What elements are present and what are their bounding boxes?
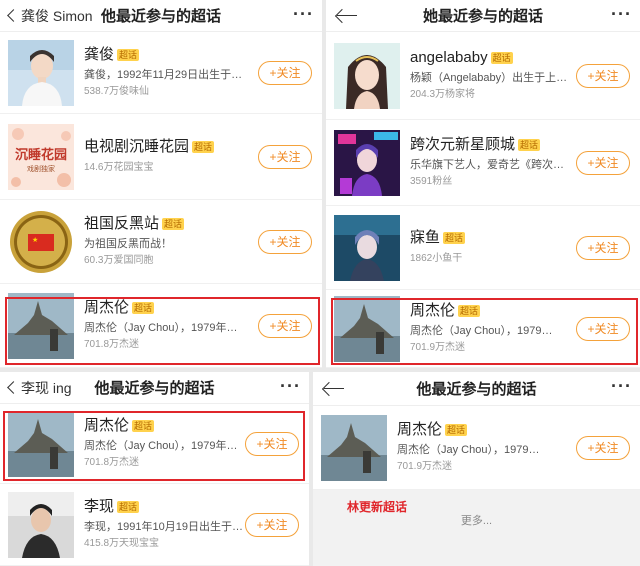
avatar [334,129,400,196]
fan-count: 538.7万俊味仙 [84,86,150,97]
follow-button[interactable]: +关注 [245,512,299,537]
topic-name: 周杰伦 [84,417,130,434]
fan-count: 701.9万杰迷 [397,461,453,472]
topic-name: 跨次元新星顾城 [410,136,516,153]
header: 李现 ing 他最近参与的超话 ··· [0,372,309,404]
list-item[interactable]: 沉睡花园 戏剧独家 电视剧沉睡花园 超话 14.6万花园宝宝 +关注 [0,114,322,200]
fan-count: 701.9万杰迷 [410,342,466,353]
list-item[interactable]: 寐鱼 超话 1862小鱼干 +关注 [326,206,640,290]
follow-button[interactable]: +关注 [245,431,299,456]
avatar [8,491,74,558]
header: 龚俊 Simon 他最近参与的超话 ··· [0,0,322,32]
supertopic-badge: 超话 [490,52,513,64]
fan-count: 701.8万杰迷 [84,457,140,468]
topic-cover [321,414,387,481]
topic-name: 李现 [84,498,115,515]
list-item[interactable]: 周杰伦 超话 周杰伦（Jay Chou），1979年… 701.8万杰迷 +关注 [0,284,322,368]
back-arrow-icon[interactable] [336,9,358,23]
fan-count: 3591粉丝 [410,176,453,187]
more-link[interactable]: 更多... [313,512,640,528]
list-item[interactable]: 李现 超话 李现，1991年10月19日出生于… 415.8万天现宝宝 +关注 [0,484,309,566]
list-item[interactable]: 周杰伦 超话 周杰伦（Jay Chou），1979… 701.9万杰迷 +关注 [326,290,640,368]
page-title: 她最近参与的超话 [422,8,543,25]
supertopic-badge: 超话 [443,232,466,244]
supertopic-badge: 超话 [192,141,215,153]
panel-angelababy: 她最近参与的超话 ··· angelababy 超话 杨颖（Angelababy）… [326,0,640,368]
fan-count: 415.8万天现宝宝 [84,538,160,549]
follow-button[interactable]: +关注 [258,144,312,169]
more-options-icon[interactable]: ··· [293,4,314,25]
back-label: 龚俊 Simon [21,7,93,24]
topic-name: 周杰伦 [410,302,456,319]
follow-button[interactable]: +关注 [258,229,312,254]
follow-button[interactable]: +关注 [576,150,630,175]
avatar [334,214,400,281]
header: 他最近参与的超话 ··· [313,372,640,406]
fan-count: 60.3万爱国同胞 [84,255,154,266]
topic-cover [8,410,74,477]
topic-name: 寐鱼 [410,229,441,246]
supertopic-badge: 超话 [445,424,468,436]
topic-cover: 沉睡花园 戏剧独家 [8,123,74,190]
chevron-left-icon [7,381,20,394]
list-item[interactable]: 龚俊 超话 龚俊，1992年11月29日出生于… 538.7万俊味仙 +关注 [0,32,322,114]
list-item[interactable]: ★ 祖国反黑站 超话 为祖国反黑而战！ 60.3万爱国同胞 +关注 [0,200,322,284]
supertopic-badge: 超话 [162,218,185,230]
panel-gongjun: 龚俊 Simon 他最近参与的超话 ··· 龚俊 超话 龚俊，1992年11月29… [0,0,322,368]
back-button[interactable]: 龚俊 Simon [0,6,93,26]
back-label: 李现 ing [21,379,72,396]
topic-name: 周杰伦 [84,299,130,316]
fan-count: 701.8万杰迷 [84,339,140,350]
svg-text:★: ★ [32,236,38,244]
list-item[interactable]: 跨次元新星顾城 超话 乐华旗下艺人，爱奇艺《跨次… 3591粉丝 +关注 [326,120,640,206]
list-item[interactable]: angelababy 超话 杨颖（Angelababy）出生于上… 204.3万杨… [326,32,640,120]
avatar [334,42,400,109]
topic-name: 电视剧沉睡花园 [84,138,190,155]
more-options-icon[interactable]: ··· [611,4,632,25]
topic-name: angelababy [410,49,488,66]
follow-button[interactable]: +关注 [576,235,630,260]
supertopic-badge: 超话 [132,420,155,432]
list-item[interactable]: 周杰伦 超话 周杰伦（Jay Chou），1979年… 701.8万杰迷 +关注 [0,404,309,484]
page-title: 他最近参与的超话 [416,381,537,398]
topic-cover [8,292,74,359]
supertopic-badge: 超话 [458,305,481,317]
list-item[interactable]: 周杰伦 超话 周杰伦（Jay Chou），1979… 701.9万杰迷 +关注 [313,406,640,490]
supertopic-badge: 超话 [518,139,541,151]
more-options-icon[interactable]: ··· [611,376,632,397]
supertopic-badge: 超话 [132,302,155,314]
supertopic-badge: 超话 [117,49,140,61]
supertopic-badge: 超话 [117,501,140,513]
topic-name: 龚俊 [84,46,115,63]
follow-button[interactable]: +关注 [576,435,630,460]
more-options-icon[interactable]: ··· [280,376,301,397]
back-arrow-icon[interactable] [323,382,345,396]
cover-subtitle: 戏剧独家 [27,165,55,173]
follow-button[interactable]: +关注 [258,60,312,85]
topic-cover: ★ [8,208,74,275]
panel-lixian: 李现 ing 他最近参与的超话 ··· 周杰伦 超话 周杰伦（Jay Chou），… [0,372,309,566]
panel-linbgengxin: 他最近参与的超话 ··· 周杰伦 超话 周杰伦（Jay Chou），1979… 7… [313,372,640,566]
chevron-left-icon [7,9,20,22]
follow-button[interactable]: +关注 [576,316,630,341]
topic-cover [334,295,400,362]
cover-title: 沉睡花园 [14,147,67,163]
topic-name: 周杰伦 [397,421,443,438]
avatar [8,39,74,106]
back-button[interactable]: 李现 ing [0,378,72,398]
header: 她最近参与的超话 ··· [326,0,640,32]
topic-name: 祖国反黑站 [84,215,160,232]
follow-button[interactable]: +关注 [258,313,312,338]
follow-button[interactable]: +关注 [576,63,630,88]
fan-count: 204.3万杨家将 [410,89,476,100]
